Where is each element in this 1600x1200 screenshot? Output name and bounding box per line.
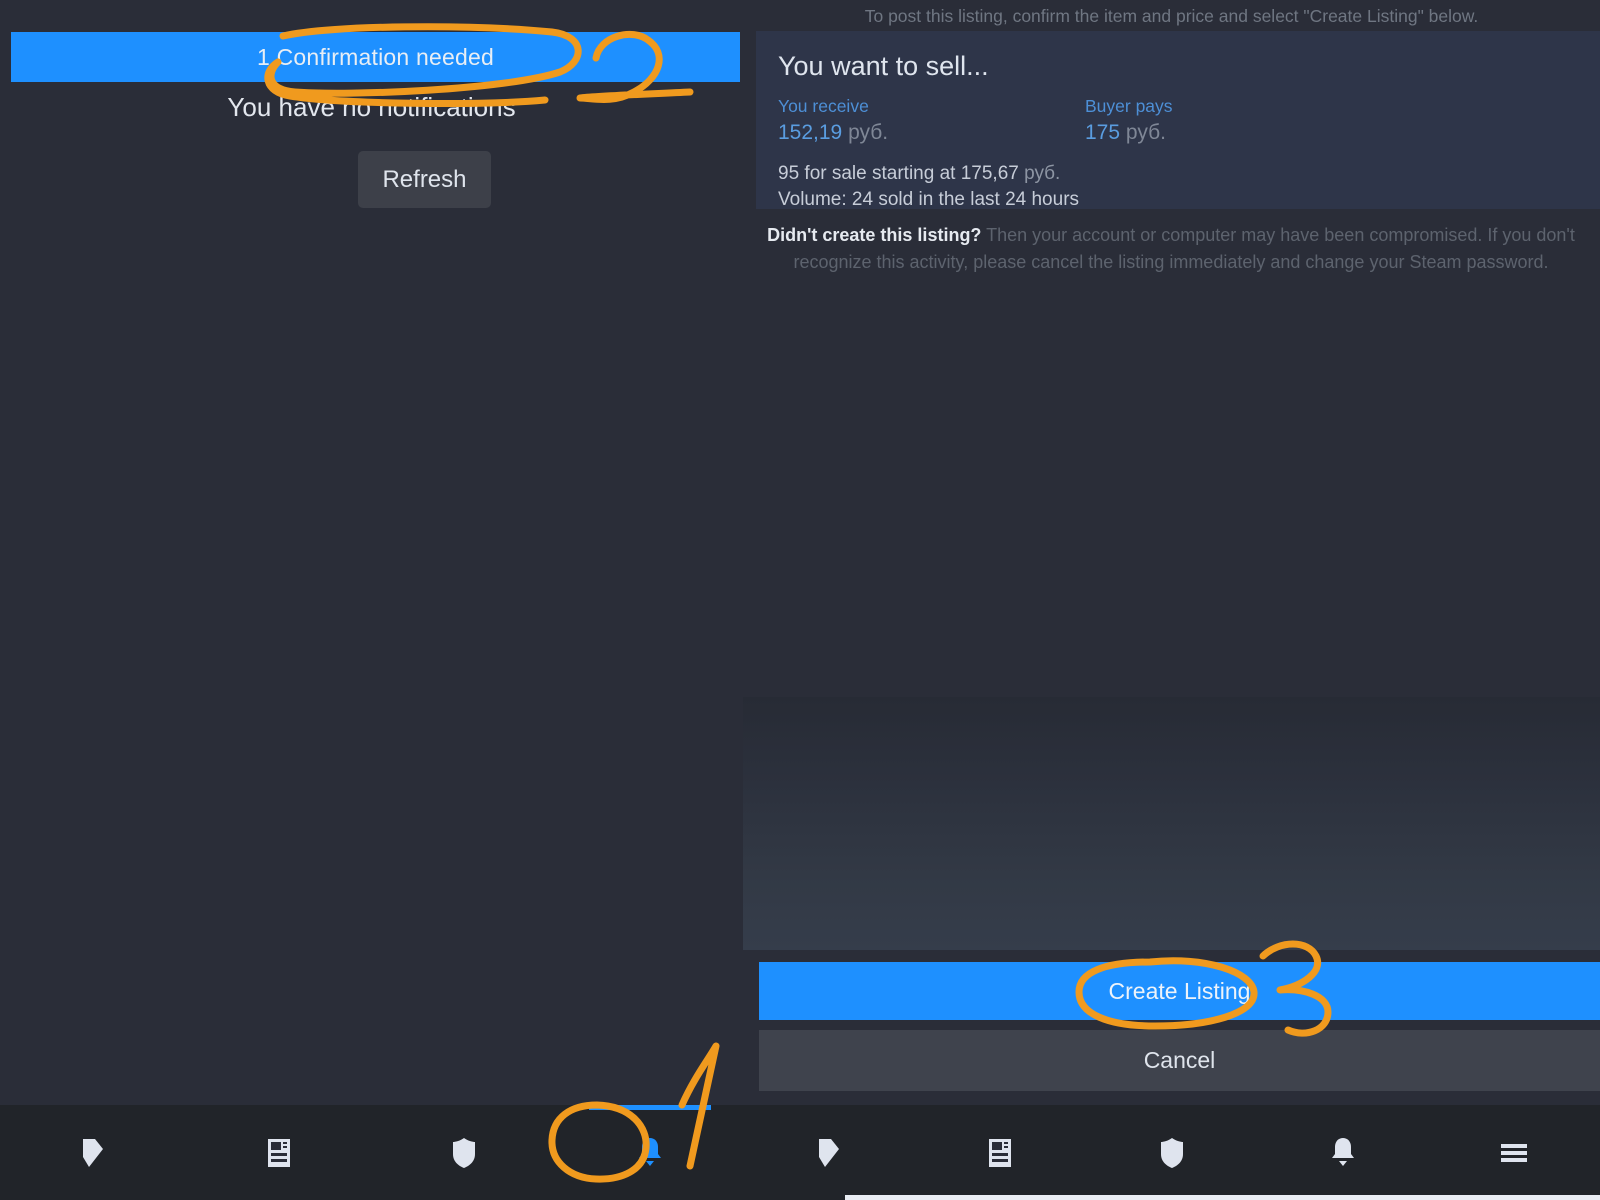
nav-left-item-shield[interactable] <box>372 1105 558 1200</box>
sell-card-title: You want to sell... <box>778 51 989 81</box>
cancel-button[interactable]: Cancel <box>759 1030 1600 1091</box>
bell-icon <box>635 1136 665 1170</box>
you-receive-label: You receive <box>778 96 869 116</box>
shield-icon <box>451 1137 477 1169</box>
left-bottom-navbar <box>0 1105 743 1200</box>
buyer-pays-column: Buyer pays 175 руб. <box>1085 96 1392 145</box>
tag-icon <box>815 1137 843 1169</box>
nav-left-item-notifications[interactable] <box>557 1105 743 1200</box>
compromise-warning: Didn't create this listing? Then your ac… <box>756 222 1586 276</box>
right-phone-panel: To post this listing, confirm the item a… <box>743 0 1600 1200</box>
buyer-pays-label: Buyer pays <box>1085 96 1173 116</box>
item-image-placeholder <box>743 697 1600 950</box>
post-listing-hint: To post this listing, confirm the item a… <box>864 6 1479 26</box>
bell-icon <box>1328 1136 1358 1170</box>
for-sale-currency: руб. <box>1024 163 1061 184</box>
sell-summary-card: You want to sell... You receive 152,19 р… <box>756 31 1600 210</box>
screen-root: 1 Confirmation needed You have no notifi… <box>0 0 1600 1200</box>
news-icon <box>266 1138 292 1168</box>
confirmation-needed-button[interactable]: 1 Confirmation needed <box>11 32 740 82</box>
market-stats: 95 for sale starting at 175,67 руб. Volu… <box>778 161 1578 213</box>
for-sale-line: 95 for sale starting at 175,67 руб. <box>778 161 1578 187</box>
shield-icon <box>1159 1137 1185 1169</box>
buyer-pays-value: 175 руб. <box>1085 121 1392 145</box>
nav-right-item-tag[interactable] <box>743 1105 914 1200</box>
for-sale-text: 95 for sale starting at 175,67 <box>778 163 1019 184</box>
nav-right-item-news[interactable] <box>914 1105 1085 1200</box>
nav-right-item-notifications[interactable] <box>1257 1105 1428 1200</box>
you-receive-value: 152,19 руб. <box>778 121 1085 145</box>
right-bottom-navbar <box>743 1105 1600 1200</box>
nav-left-item-tag[interactable] <box>0 1105 186 1200</box>
buyer-pays-currency: руб. <box>1125 121 1166 144</box>
hamburger-menu-icon <box>1499 1141 1529 1165</box>
create-listing-button[interactable]: Create Listing <box>759 962 1600 1020</box>
active-tab-indicator <box>589 1105 712 1110</box>
you-receive-currency: руб. <box>848 121 889 144</box>
compromise-warning-heading: Didn't create this listing? <box>767 225 982 245</box>
nav-right-item-shield[interactable] <box>1086 1105 1257 1200</box>
you-receive-amount: 152,19 <box>778 121 843 144</box>
news-icon <box>987 1138 1013 1168</box>
buyer-pays-amount: 175 <box>1085 121 1121 144</box>
volume-line: Volume: 24 sold in the last 24 hours <box>778 189 1080 211</box>
left-phone-panel: 1 Confirmation needed You have no notifi… <box>0 0 743 1200</box>
tag-icon <box>79 1137 107 1169</box>
home-indicator-bar <box>845 1195 1600 1200</box>
refresh-button[interactable]: Refresh <box>358 151 491 208</box>
nav-right-item-menu[interactable] <box>1429 1105 1600 1200</box>
you-receive-column: You receive 152,19 руб. <box>778 96 1085 145</box>
price-row: You receive 152,19 руб. Buyer pays 175 р… <box>778 96 1578 145</box>
nav-left-item-news[interactable] <box>186 1105 372 1200</box>
empty-notifications-text: You have no notifications <box>227 92 516 122</box>
